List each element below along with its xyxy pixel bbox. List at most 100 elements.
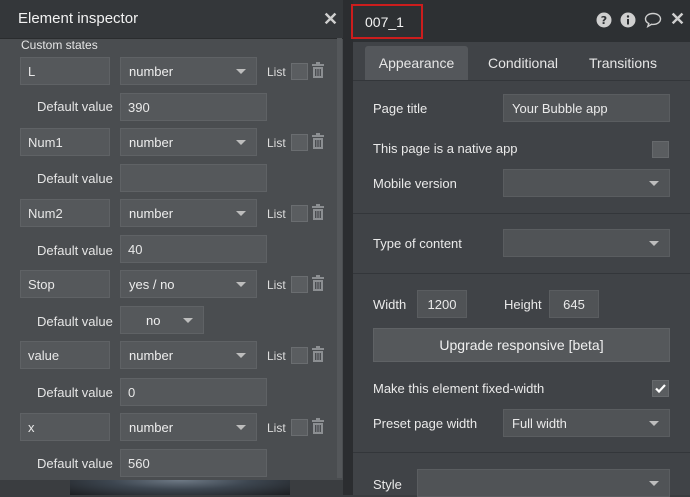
property-tabs: Appearance Conditional Transitions — [353, 42, 690, 80]
scrollbar[interactable] — [337, 38, 342, 478]
type-of-content-dropdown[interactable] — [503, 229, 670, 257]
list-label: List — [267, 65, 286, 79]
list-checkbox[interactable] — [291, 419, 308, 436]
chevron-down-icon — [649, 181, 659, 186]
width-label: Width — [373, 297, 407, 312]
default-value-field[interactable] — [120, 164, 267, 192]
default-value-label: Default value — [37, 171, 113, 186]
element-name-field[interactable]: 007_1 — [351, 4, 423, 39]
list-checkbox[interactable] — [291, 347, 308, 364]
state-type-dropdown[interactable]: number — [120, 199, 257, 227]
height-input[interactable]: 645 — [549, 290, 599, 318]
state-name-field[interactable]: Stop — [20, 270, 110, 298]
canvas-gap — [343, 0, 353, 495]
canvas-image-fragment — [70, 480, 290, 495]
trash-icon[interactable] — [311, 275, 325, 291]
default-value-field[interactable]: 390 — [120, 93, 267, 121]
chevron-down-icon — [649, 241, 659, 246]
state-type-value: number — [129, 347, 174, 363]
section-divider — [353, 213, 690, 214]
info-circle-icon[interactable] — [620, 12, 636, 28]
svg-text:?: ? — [601, 14, 607, 27]
preset-page-width-dropdown[interactable]: Full width — [503, 409, 670, 437]
style-dropdown[interactable] — [417, 469, 670, 497]
list-label: List — [267, 349, 286, 363]
width-input[interactable]: 1200 — [417, 290, 467, 318]
state-type-value: number — [129, 134, 174, 150]
type-of-content-label: Type of content — [373, 236, 462, 251]
default-value-selected: no — [146, 312, 161, 328]
default-value-label: Default value — [37, 243, 113, 258]
section-custom-states: Custom states — [21, 38, 98, 52]
default-value-field[interactable]: 0 — [120, 378, 267, 406]
state-type-dropdown[interactable]: number — [120, 413, 257, 441]
list-checkbox[interactable] — [291, 63, 308, 80]
section-divider — [353, 452, 690, 453]
state-type-dropdown[interactable]: number — [120, 341, 257, 369]
list-label: List — [267, 136, 286, 150]
tab-conditional[interactable]: Conditional — [473, 46, 573, 80]
tab-transitions[interactable]: Transitions — [578, 46, 668, 80]
state-type-dropdown[interactable]: number — [120, 57, 257, 85]
tab-appearance[interactable]: Appearance — [365, 46, 468, 80]
state-name-field[interactable]: Num2 — [20, 199, 110, 227]
inspector-header: Element inspector ✕ — [0, 0, 343, 39]
chevron-down-icon — [236, 425, 246, 430]
checkmark-icon — [655, 384, 666, 394]
trash-icon[interactable] — [311, 204, 325, 220]
upgrade-responsive-button[interactable]: Upgrade responsive [beta] — [373, 328, 670, 362]
chevron-down-icon — [236, 69, 246, 74]
tab-divider — [353, 80, 690, 81]
close-icon[interactable]: ✕ — [670, 9, 685, 30]
chevron-down-icon — [649, 481, 659, 486]
list-label: List — [267, 421, 286, 435]
state-type-dropdown[interactable]: yes / no — [120, 270, 257, 298]
state-type-value: number — [129, 419, 174, 435]
state-type-value: number — [129, 205, 174, 221]
default-value-label: Default value — [37, 456, 113, 471]
preset-page-width-label: Preset page width — [373, 416, 478, 431]
default-value-dropdown[interactable]: no — [120, 306, 204, 334]
page-title-label: Page title — [373, 101, 428, 116]
default-value-label: Default value — [37, 99, 113, 114]
state-name-field[interactable]: Num1 — [20, 128, 110, 156]
state-type-dropdown[interactable]: number — [120, 128, 257, 156]
element-inspector-panel: Element inspector ✕ Custom states L numb… — [0, 0, 343, 480]
fixed-width-label: Make this element fixed-width — [373, 381, 545, 396]
list-label: List — [267, 278, 286, 292]
state-name-field[interactable]: x — [20, 413, 110, 441]
list-label: List — [267, 207, 286, 221]
property-editor-panel: Appearance Conditional Transitions Page … — [353, 0, 690, 497]
trash-icon[interactable] — [311, 133, 325, 149]
default-value-field[interactable]: 40 — [120, 235, 267, 263]
section-divider — [353, 273, 690, 274]
state-name-field[interactable]: value — [20, 341, 110, 369]
native-app-checkbox[interactable] — [652, 141, 669, 158]
trash-icon[interactable] — [311, 346, 325, 362]
preset-page-width-value: Full width — [512, 415, 567, 431]
style-label: Style — [373, 477, 402, 492]
question-circle-icon[interactable]: ? — [596, 12, 612, 28]
state-type-value: yes / no — [129, 276, 175, 292]
height-label: Height — [504, 297, 542, 312]
page-title-input[interactable]: Your Bubble app — [503, 94, 670, 122]
state-name-field[interactable]: L — [20, 57, 110, 85]
chevron-down-icon — [649, 421, 659, 426]
chevron-down-icon — [236, 353, 246, 358]
chevron-down-icon — [236, 140, 246, 145]
trash-icon[interactable] — [311, 418, 325, 434]
list-checkbox[interactable] — [291, 205, 308, 222]
chevron-down-icon — [236, 211, 246, 216]
list-checkbox[interactable] — [291, 134, 308, 151]
inspector-title: Element inspector — [18, 10, 139, 27]
mobile-version-dropdown[interactable] — [503, 169, 670, 197]
chevron-down-icon — [183, 318, 193, 323]
default-value-field[interactable]: 560 — [120, 449, 267, 477]
comment-icon[interactable] — [644, 12, 662, 28]
close-icon[interactable]: ✕ — [323, 9, 338, 30]
mobile-version-label: Mobile version — [373, 176, 457, 191]
native-app-label: This page is a native app — [373, 141, 518, 156]
fixed-width-checkbox[interactable] — [652, 380, 669, 397]
trash-icon[interactable] — [311, 62, 325, 78]
list-checkbox[interactable] — [291, 276, 308, 293]
